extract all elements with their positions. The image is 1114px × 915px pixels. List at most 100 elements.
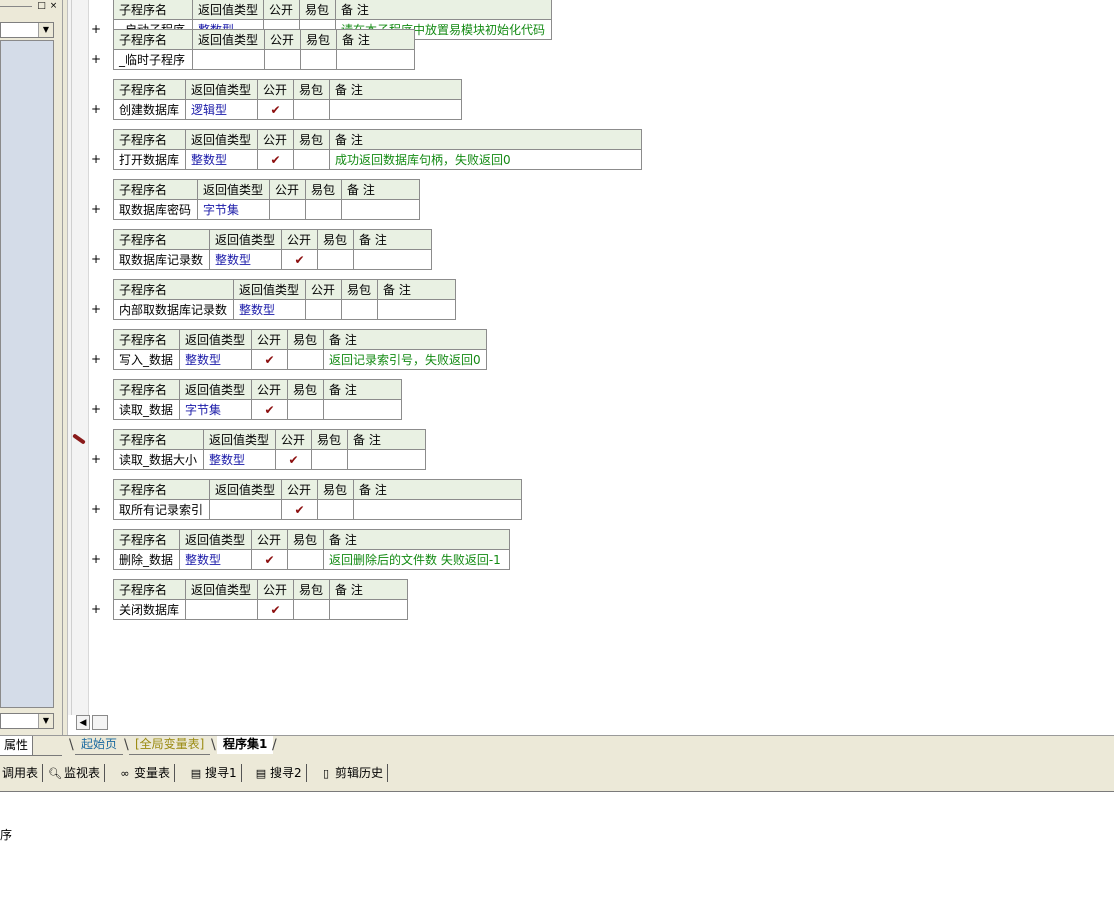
proc-name-cell[interactable]: 关闭数据库 (113, 599, 186, 620)
proc-return-type-cell[interactable] (209, 499, 282, 520)
proc-public-cell[interactable]: ✔ (257, 599, 294, 620)
proc-easy-pkg-cell[interactable] (305, 199, 342, 220)
proc-return-type-cell[interactable] (185, 599, 258, 620)
expand-icon[interactable]: + (90, 49, 102, 69)
proc-note-cell[interactable]: 返回记录索引号，失败返回0 (323, 349, 487, 370)
expand-icon[interactable]: + (90, 199, 102, 219)
output-panel[interactable]: 序 (0, 792, 1114, 915)
procedure-table[interactable]: 子程序名 返回值类型 公开 易包备 注删除_数据 整数型 ✔ 返回删除后的文件数 失败返回-… (113, 529, 510, 570)
proc-name-cell[interactable]: 取所有记录索引 (113, 499, 210, 520)
proc-public-cell[interactable] (264, 49, 301, 70)
proc-name-cell[interactable]: 内部取数据库记录数 (113, 299, 234, 320)
expand-icon[interactable]: + (90, 549, 102, 569)
variable-table-button[interactable]: ∞ 变量表 (118, 764, 176, 782)
object-combo[interactable]: ▼ (0, 22, 54, 38)
procedure-table[interactable]: 子程序名 返回值类型 公开 易包备 注读取_数据大小 整数型 ✔ (113, 429, 426, 470)
proc-name-cell[interactable]: _临时子程序 (113, 49, 193, 70)
proc-easy-pkg-cell[interactable] (293, 599, 330, 620)
procedure-table[interactable]: 子程序名 返回值类型 公开 易包备 注创建数据库 逻辑型 ✔ (113, 79, 462, 120)
proc-easy-pkg-cell[interactable] (317, 499, 354, 520)
expand-icon[interactable]: + (90, 149, 102, 169)
proc-easy-pkg-cell[interactable] (293, 149, 330, 170)
proc-note-cell[interactable] (336, 49, 415, 70)
proc-public-cell[interactable]: ✔ (251, 399, 288, 420)
expand-icon[interactable]: + (90, 19, 102, 39)
proc-note-cell[interactable] (377, 299, 456, 320)
procedure-table[interactable]: 子程序名 返回值类型 公开 易包备 注 _临时子程序 (113, 29, 415, 70)
proc-easy-pkg-cell[interactable] (317, 249, 354, 270)
proc-note-cell[interactable] (353, 499, 522, 520)
proc-public-cell[interactable] (269, 199, 306, 220)
tab-properties[interactable]: 属性 (0, 736, 34, 756)
proc-note-cell[interactable] (347, 449, 426, 470)
tab-program-set[interactable]: 程序集1 (217, 736, 274, 754)
proc-note-cell[interactable] (329, 599, 408, 620)
expand-icon[interactable]: + (90, 399, 102, 419)
proc-easy-pkg-cell[interactable] (287, 349, 324, 370)
tab-start-page[interactable]: 起始页 (75, 736, 124, 755)
proc-return-type-cell[interactable]: 整数型 (179, 349, 252, 370)
proc-return-type-cell[interactable]: 整数型 (185, 149, 258, 170)
code-editor[interactable]: 子程序名返回值类型公开易包备 注_启动子程序整数型请在本子程序中放置易模块初始化… (68, 0, 1114, 735)
proc-easy-pkg-cell[interactable] (341, 299, 378, 320)
chevron-down-icon[interactable]: ▼ (38, 714, 53, 728)
proc-note-cell[interactable] (329, 99, 462, 120)
proc-return-type-cell[interactable]: 整数型 (203, 449, 276, 470)
proc-return-type-cell[interactable]: 字节集 (197, 199, 270, 220)
procedure-table[interactable]: 子程序名 返回值类型 公开 易包备 注取所有记录索引 ✔ (113, 479, 522, 520)
proc-easy-pkg-cell[interactable] (300, 49, 337, 70)
proc-return-type-cell[interactable]: 字节集 (179, 399, 252, 420)
expand-icon[interactable]: + (90, 99, 102, 119)
call-table-button[interactable]: 调用表 (2, 764, 44, 782)
proc-public-cell[interactable]: ✔ (275, 449, 312, 470)
property-tree[interactable] (0, 40, 54, 708)
proc-name-cell[interactable]: 读取_数据大小 (113, 449, 204, 470)
close-button[interactable]: × (48, 1, 59, 12)
proc-note-cell[interactable] (341, 199, 420, 220)
proc-easy-pkg-cell[interactable] (311, 449, 348, 470)
proc-return-type-cell[interactable] (192, 49, 265, 70)
expand-icon[interactable]: + (90, 449, 102, 469)
proc-public-cell[interactable]: ✔ (281, 499, 318, 520)
horizontal-scrollbar[interactable]: ◀ (72, 715, 1114, 733)
scroll-thumb[interactable] (92, 715, 108, 730)
proc-return-type-cell[interactable]: 整数型 (209, 249, 282, 270)
expand-icon[interactable]: + (90, 249, 102, 269)
proc-easy-pkg-cell[interactable] (293, 99, 330, 120)
proc-name-cell[interactable]: 删除_数据 (113, 549, 180, 570)
proc-name-cell[interactable]: 取数据库密码 (113, 199, 198, 220)
scroll-left-button[interactable]: ◀ (76, 715, 90, 730)
procedure-table[interactable]: 子程序名 返回值类型 公开 易包备 注关闭数据库 ✔ (113, 579, 408, 620)
proc-note-cell[interactable] (353, 249, 432, 270)
expand-icon[interactable]: + (90, 349, 102, 369)
proc-name-cell[interactable]: 打开数据库 (113, 149, 186, 170)
proc-public-cell[interactable]: ✔ (251, 549, 288, 570)
proc-name-cell[interactable]: 写入_数据 (113, 349, 180, 370)
search2-button[interactable]: ▤ 搜寻2 (254, 764, 307, 782)
proc-public-cell[interactable]: ✔ (281, 249, 318, 270)
proc-public-cell[interactable]: ✔ (257, 149, 294, 170)
proc-return-type-cell[interactable]: 整数型 (179, 549, 252, 570)
clip-history-button[interactable]: ▯ 剪辑历史 (319, 764, 389, 782)
proc-public-cell[interactable]: ✔ (251, 349, 288, 370)
watch-table-button[interactable]: 🔍︎ 监视表 (48, 764, 106, 782)
proc-return-type-cell[interactable]: 逻辑型 (185, 99, 258, 120)
procedure-table[interactable]: 子程序名 返回值类型 公开 易包备 注打开数据库 整数型 ✔ 成功返回数据库句柄，失败返回0 (113, 129, 642, 170)
proc-note-cell[interactable] (323, 399, 402, 420)
expand-icon[interactable]: + (90, 499, 102, 519)
proc-easy-pkg-cell[interactable] (287, 549, 324, 570)
proc-return-type-cell[interactable]: 整数型 (233, 299, 306, 320)
proc-note-cell[interactable]: 返回删除后的文件数 失败返回-1 (323, 549, 510, 570)
chevron-down-icon[interactable]: ▼ (38, 23, 53, 37)
tab-global-vars[interactable]: [全局变量表] (129, 736, 211, 755)
procedure-table[interactable]: 子程序名 返回值类型 公开 易包备 注取数据库密码 字节集 (113, 179, 420, 220)
restore-button[interactable]: □ (36, 1, 47, 12)
procedure-table[interactable]: 子程序名 返回值类型 公开 易包备 注写入_数据 整数型 ✔ 返回记录索引号，失败返回0 (113, 329, 487, 370)
proc-public-cell[interactable]: ✔ (257, 99, 294, 120)
procedure-table[interactable]: 子程序名 返回值类型 公开 易包备 注读取_数据 字节集 ✔ (113, 379, 402, 420)
procedure-table[interactable]: 子程序名 返回值类型 公开 易包备 注取数据库记录数 整数型 ✔ (113, 229, 432, 270)
proc-note-cell[interactable]: 成功返回数据库句柄，失败返回0 (329, 149, 642, 170)
procedure-table[interactable]: 子程序名 返回值类型 公开 易包备 注内部取数据库记录数 整数型 (113, 279, 456, 320)
proc-easy-pkg-cell[interactable] (287, 399, 324, 420)
proc-name-cell[interactable]: 取数据库记录数 (113, 249, 210, 270)
